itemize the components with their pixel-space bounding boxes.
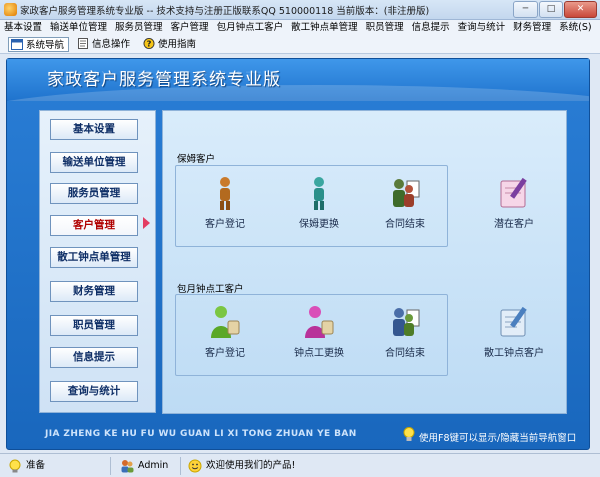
toolbar-system-nav[interactable]: 系统导航 xyxy=(8,37,70,52)
window-icon xyxy=(11,39,23,50)
casual-hourly-customer[interactable]: 散工钟点客户 xyxy=(479,304,549,364)
menu-bar: 基本设置 输送单位管理 服务员管理 客户管理 包月钟点工客户 散工钟点单管理 职员管理 信息提… xyxy=(0,20,600,36)
monthly-customer-register[interactable]: 客户登记 xyxy=(190,304,260,364)
menu-transport-unit[interactable]: 输送单位管理 xyxy=(46,20,111,35)
group-contract-icon xyxy=(393,308,420,336)
nav-hourly-orders[interactable]: 散工钟点单管理 xyxy=(50,247,138,268)
main-frame: 家政客户服务管理系统专业版 家政客户服务管理系统专业版 基本设置 输送单位管理 … xyxy=(6,58,590,450)
toolbar-user-guide-label: 使用指南 xyxy=(158,39,197,50)
status-welcome-text: 欢迎使用我们的产品! xyxy=(206,460,296,471)
nanny-customer-register[interactable]: 客户登记 xyxy=(190,175,260,235)
document-pen-icon xyxy=(500,306,527,337)
status-divider xyxy=(110,457,111,475)
monthly-customer-register-label: 客户登记 xyxy=(205,348,245,359)
potential-customer[interactable]: 潜在客户 xyxy=(479,175,549,235)
nav-customer[interactable]: 客户管理 xyxy=(50,215,138,236)
menu-customer[interactable]: 客户管理 xyxy=(167,20,213,35)
maximize-button[interactable]: □ xyxy=(539,1,563,18)
monthly-contract-end[interactable]: 合同结束 xyxy=(370,304,440,364)
menu-system[interactable]: 系统(S) xyxy=(555,20,595,35)
nanny-customer-register-label: 客户登记 xyxy=(205,219,245,230)
menu-hourly-orders[interactable]: 散工钟点单管理 xyxy=(287,20,362,35)
nanny-contract-end[interactable]: 合同结束 xyxy=(370,175,440,235)
nav-info-tips[interactable]: 信息提示 xyxy=(50,347,138,368)
svg-text:?: ? xyxy=(147,39,152,49)
lightbulb-icon xyxy=(9,459,21,473)
group-monthly-label: 包月钟点工客户 xyxy=(177,284,244,295)
notebook-pen-icon xyxy=(500,177,527,208)
close-button[interactable]: ✕ xyxy=(564,1,597,18)
status-user-text: Admin xyxy=(138,460,169,471)
toolbar: 系统导航 信息操作 ? 使用指南 xyxy=(0,36,600,54)
toolbar-info-ops[interactable]: 信息操作 xyxy=(75,37,134,52)
menu-finance[interactable]: 财务管理 xyxy=(509,20,555,35)
menu-staff[interactable]: 服务员管理 xyxy=(111,20,167,35)
casual-hourly-customer-label: 散工钟点客户 xyxy=(484,348,544,359)
monthly-contract-end-label: 合同结束 xyxy=(385,348,425,359)
status-user: Admin xyxy=(120,459,168,473)
status-state: 准备 xyxy=(8,459,45,473)
smiley-icon xyxy=(188,459,202,473)
pinyin-caption: JIA ZHENG KE HU FU WU GUAN LI XI TONG ZH… xyxy=(45,429,357,439)
nav-finance[interactable]: 财务管理 xyxy=(50,281,138,302)
toolbar-user-guide[interactable]: ? 使用指南 xyxy=(141,37,200,52)
person-bag-icon xyxy=(305,306,334,338)
banner-title-reflection: 家政客户服务管理系统专业版 xyxy=(47,69,281,81)
hourly-worker-swap-label: 钟点工更换 xyxy=(294,348,344,359)
nanny-contract-end-label: 合同结束 xyxy=(385,219,425,230)
hourly-worker-swap[interactable]: 钟点工更换 xyxy=(284,304,354,364)
potential-customer-label: 潜在客户 xyxy=(494,219,534,230)
frame-footer: JIA ZHENG KE HU FU WU GUAN LI XI TONG ZH… xyxy=(7,421,589,449)
title-bar: 家政客户服务管理系统专业版 -- 技术支持与注册正版联系QQ 510000118… xyxy=(0,0,600,20)
document-icon xyxy=(78,38,88,49)
window-title: 家政客户服务管理系统专业版 -- 技术支持与注册正版联系QQ 510000118… xyxy=(20,6,430,17)
nanny-swap-label: 保姆更换 xyxy=(299,219,339,230)
status-welcome: 欢迎使用我们的产品! xyxy=(188,459,295,473)
person-bag-icon xyxy=(211,306,240,338)
nav-query-stats[interactable]: 查询与统计 xyxy=(50,381,138,402)
users-icon xyxy=(121,460,134,473)
status-state-text: 准备 xyxy=(26,460,46,471)
toolbar-system-nav-label: 系统导航 xyxy=(26,40,65,51)
help-icon: ? xyxy=(143,38,155,49)
nav-employees[interactable]: 职员管理 xyxy=(50,315,138,336)
group-nanny-label: 保姆客户 xyxy=(177,154,216,165)
banner: 家政客户服务管理系统专业版 家政客户服务管理系统专业版 xyxy=(7,59,589,101)
nav-panel: 基本设置 输送单位管理 服务员管理 客户管理 散工钟点单管理 财务管理 职员管理… xyxy=(39,110,156,413)
status-bar: 准备 Admin 欢迎使用我们的产品! xyxy=(0,453,600,477)
active-nav-arrow xyxy=(143,217,150,229)
app-icon xyxy=(4,3,17,16)
person-swap-icon xyxy=(314,177,324,210)
group-contract-icon xyxy=(393,179,420,207)
lightbulb-icon xyxy=(403,427,415,441)
nanny-swap[interactable]: 保姆更换 xyxy=(284,175,354,235)
menu-basic-settings[interactable]: 基本设置 xyxy=(0,20,46,35)
menu-query-stats[interactable]: 查询与统计 xyxy=(454,20,510,35)
nav-staff[interactable]: 服务员管理 xyxy=(50,183,138,204)
f8-hint: 使用F8键可以显示/隐藏当前导航窗口 xyxy=(419,433,577,444)
person-icon xyxy=(220,177,230,210)
toolbar-info-ops-label: 信息操作 xyxy=(92,39,131,50)
nav-basic-settings[interactable]: 基本设置 xyxy=(50,119,138,140)
minimize-button[interactable]: ─ xyxy=(513,1,538,18)
menu-info-tips[interactable]: 信息提示 xyxy=(408,20,454,35)
status-divider xyxy=(180,457,181,475)
menu-monthly-customer[interactable]: 包月钟点工客户 xyxy=(213,20,288,35)
content-panel: 保姆客户 客户登记 保姆更换 合同结束 潜在客户 包月钟点工客户 客户登记 钟点… xyxy=(162,110,567,414)
nav-transport-unit[interactable]: 输送单位管理 xyxy=(50,152,138,173)
menu-employees[interactable]: 职员管理 xyxy=(362,20,408,35)
